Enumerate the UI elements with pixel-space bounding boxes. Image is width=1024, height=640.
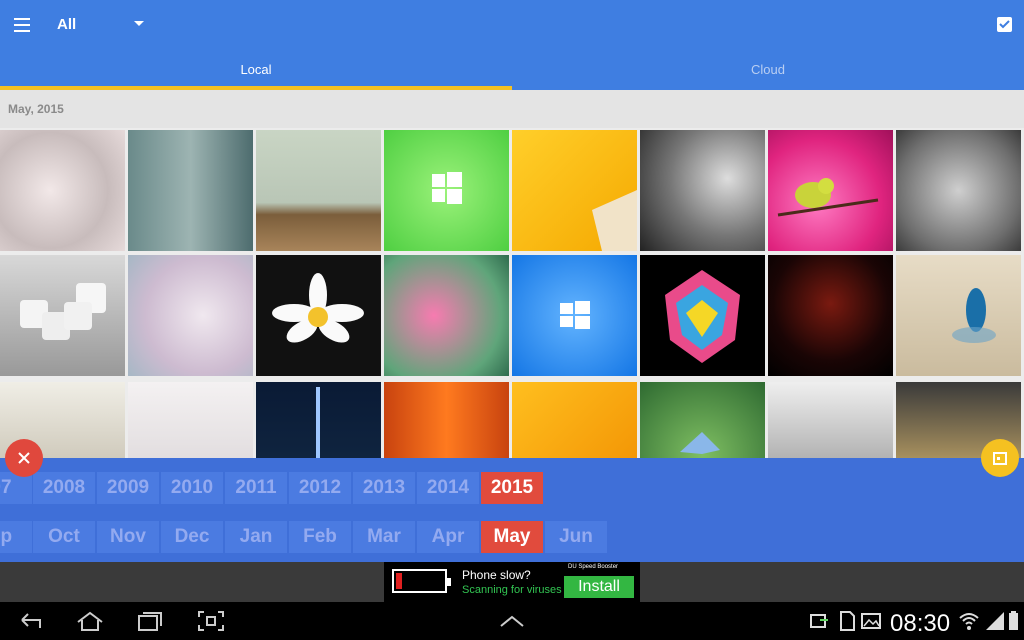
menu-icon[interactable] xyxy=(14,18,30,32)
timeline-month[interactable]: Jan xyxy=(225,521,287,553)
ad-headline: Phone slow? xyxy=(462,568,531,582)
timeline-year[interactable]: 2011 xyxy=(225,472,287,504)
recent-apps-icon[interactable] xyxy=(136,610,164,632)
sd-card-icon xyxy=(840,611,855,631)
photo-thumbnail[interactable] xyxy=(128,382,253,460)
photo-thumbnail[interactable] xyxy=(896,255,1021,376)
photo-thumbnail[interactable] xyxy=(128,130,253,251)
home-icon[interactable] xyxy=(75,610,105,632)
timeline-month[interactable]: Dec xyxy=(161,521,223,553)
photo-thumbnail[interactable] xyxy=(640,130,765,251)
image-icon xyxy=(861,613,881,629)
dropdown-icon[interactable] xyxy=(134,21,144,26)
timeline-month[interactable]: Jun xyxy=(545,521,607,553)
system-navbar: 08:30 xyxy=(0,602,1024,640)
album-selector-label[interactable]: All xyxy=(57,16,76,33)
photo-thumbnail[interactable] xyxy=(512,382,637,460)
close-button[interactable] xyxy=(5,439,43,477)
photo-thumbnail[interactable] xyxy=(256,255,381,376)
chevron-up-icon[interactable] xyxy=(499,614,525,628)
photo-thumbnail[interactable] xyxy=(896,130,1021,251)
photo-thumbnail[interactable] xyxy=(384,255,509,376)
tab-cloud[interactable]: Cloud xyxy=(512,50,1024,90)
timeline-year[interactable]: 2012 xyxy=(289,472,351,504)
photo-thumbnail[interactable] xyxy=(768,382,893,460)
timeline-month[interactable]: Mar xyxy=(353,521,415,553)
timeline-year[interactable]: 2014 xyxy=(417,472,479,504)
timeline-year[interactable]: 2010 xyxy=(161,472,223,504)
battery-icon xyxy=(1009,611,1018,630)
close-icon xyxy=(18,452,30,464)
app-bar: All Local Cloud xyxy=(0,0,1024,90)
timeline-year[interactable]: 2009 xyxy=(97,472,159,504)
photo-thumbnail[interactable] xyxy=(640,382,765,460)
ad-brand: DU Speed Booster xyxy=(568,564,619,570)
calendar-icon xyxy=(993,452,1007,465)
timeline-month[interactable]: Oct xyxy=(33,521,95,553)
timeline-month-active[interactable]: May xyxy=(481,521,543,553)
date-section-header: May, 2015 xyxy=(0,90,1024,128)
timeline-month[interactable]: ep xyxy=(0,521,32,553)
date-section-label: May, 2015 xyxy=(8,102,64,116)
photo-thumbnail[interactable] xyxy=(256,382,381,460)
photo-thumbnail[interactable] xyxy=(384,382,509,460)
photo-thumbnail[interactable] xyxy=(768,130,893,251)
status-clock: 08:30 xyxy=(890,610,951,637)
checkbox-icon[interactable] xyxy=(997,17,1012,32)
back-icon[interactable] xyxy=(18,610,46,632)
photo-thumbnail[interactable] xyxy=(128,255,253,376)
photo-thumbnail[interactable] xyxy=(768,255,893,376)
calendar-button[interactable] xyxy=(981,439,1019,477)
install-button[interactable]: Install xyxy=(564,576,634,598)
date-timeline[interactable]: 07 2008 2009 2010 2011 2012 2013 2014 20… xyxy=(0,458,1024,562)
battery-graphic xyxy=(392,569,451,593)
ad-banner[interactable]: Phone slow? Scanning for viruses DU Spee… xyxy=(384,562,640,602)
notification-icon xyxy=(810,614,828,628)
photo-thumbnail[interactable] xyxy=(640,255,765,376)
photo-thumbnail[interactable] xyxy=(512,255,637,376)
timeline-year-active[interactable]: 2015 xyxy=(481,472,543,504)
photo-thumbnail[interactable] xyxy=(0,255,125,376)
photo-thumbnail[interactable] xyxy=(512,130,637,251)
timeline-year[interactable]: 2013 xyxy=(353,472,415,504)
ad-subline: Scanning for viruses xyxy=(462,584,562,596)
screenshot-icon[interactable] xyxy=(197,610,225,632)
photo-thumbnail[interactable] xyxy=(256,130,381,251)
tab-local[interactable]: Local xyxy=(0,50,512,90)
timeline-month[interactable]: Nov xyxy=(97,521,159,553)
timeline-month[interactable]: Feb xyxy=(289,521,351,553)
signal-icon xyxy=(986,612,1004,630)
photo-thumbnail[interactable] xyxy=(384,130,509,251)
wifi-icon xyxy=(959,613,979,630)
photo-thumbnail[interactable] xyxy=(0,130,125,251)
timeline-month[interactable]: Apr xyxy=(417,521,479,553)
photo-grid xyxy=(0,130,1024,460)
